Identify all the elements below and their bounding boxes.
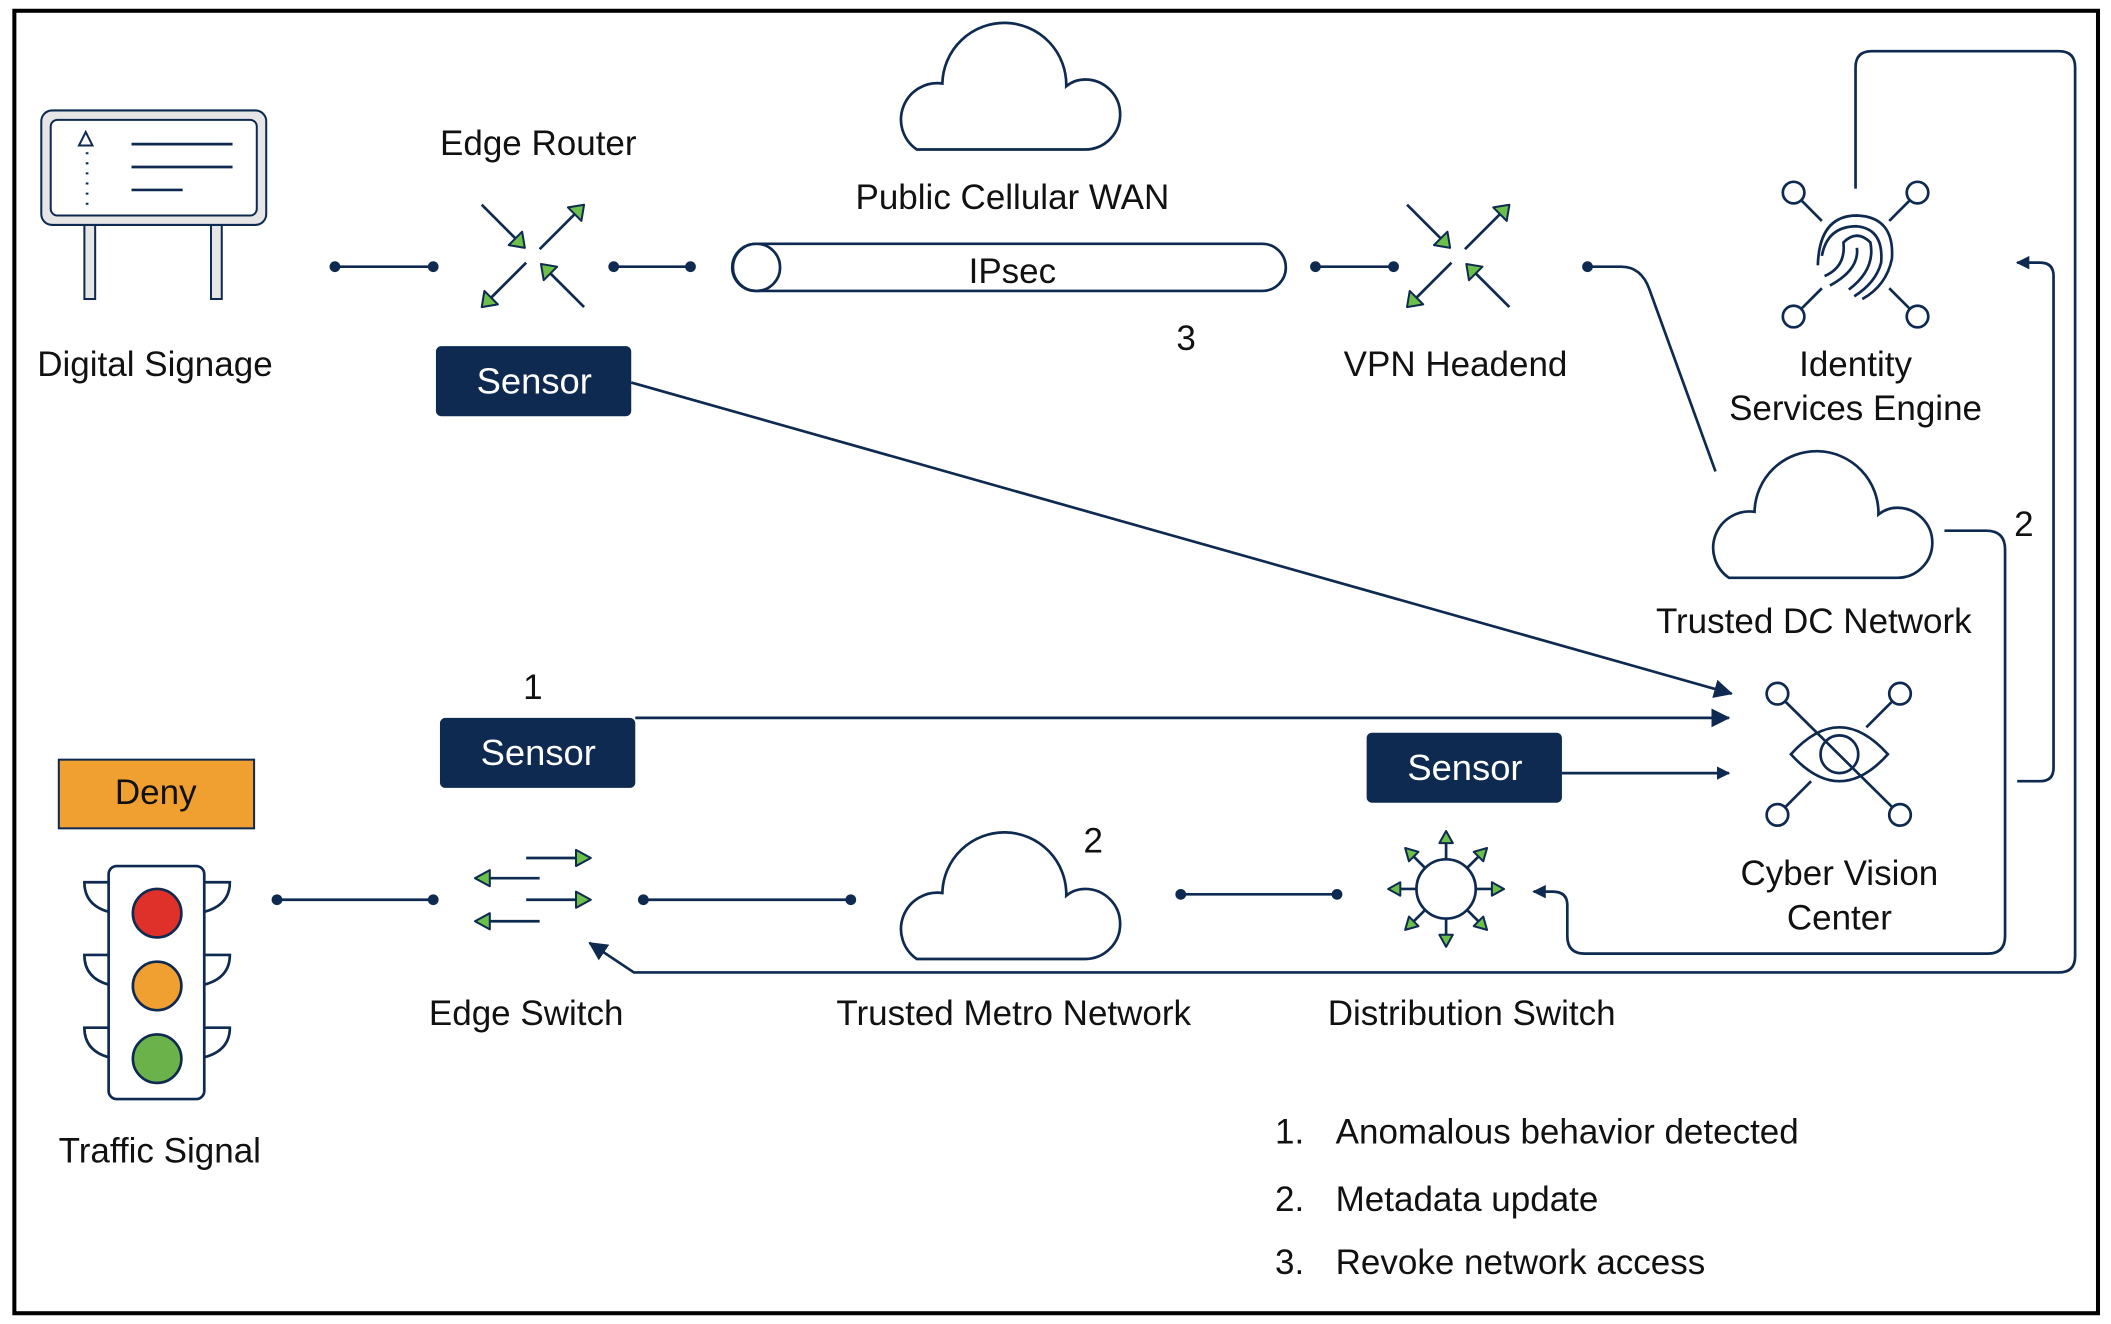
legend-text: Revoke network access <box>1336 1243 1706 1282</box>
svg-text:Deny: Deny <box>115 773 197 812</box>
label-edge-switch: Edge Switch <box>429 994 624 1033</box>
traffic-light-icon <box>83 864 232 1101</box>
deny-badge: Deny <box>57 758 256 830</box>
label-ise-line1: Identity <box>1799 345 1912 384</box>
legend-text: Metadata update <box>1336 1180 1599 1219</box>
sensor-router-to-cvc-arrow <box>630 381 1733 698</box>
router-icon <box>480 203 586 309</box>
legend: 1. Anomalous behavior detected 2. Metada… <box>1275 1113 1799 1283</box>
svg-text:Sensor: Sensor <box>477 360 592 401</box>
label-cvc-line2: Center <box>1787 898 1892 937</box>
legend-num: 3. <box>1275 1243 1304 1282</box>
step-marker-2-dc: 2 <box>2014 505 2033 544</box>
svg-text:Sensor: Sensor <box>1407 747 1522 788</box>
link-switch-metro <box>637 894 857 906</box>
ipsec-tunnel: IPsec <box>730 242 1288 293</box>
step-marker-3: 3 <box>1176 319 1195 358</box>
link-metro-distribution <box>1175 888 1343 900</box>
network-diagram: Digital Signage Edge Router Sensor Publi… <box>12 8 2101 1316</box>
label-traffic-signal: Traffic Signal <box>59 1131 261 1170</box>
step-marker-2-metro: 2 <box>1083 822 1102 861</box>
sensor-edge-router: Sensor <box>435 346 632 417</box>
distribution-switch-icon <box>1386 830 1506 949</box>
fingerprint-icon <box>1781 180 1930 329</box>
legend-num: 2. <box>1275 1180 1304 1219</box>
step-marker-1: 1 <box>523 668 542 707</box>
svg-text:IPsec: IPsec <box>969 252 1057 291</box>
label-cvc-line1: Cyber Vision <box>1741 854 1939 893</box>
vpn-icon <box>1405 203 1511 309</box>
legend-text: Anomalous behavior detected <box>1336 1113 1799 1152</box>
label-vpn-headend: VPN Headend <box>1344 345 1568 384</box>
label-ise-line2: Services Engine <box>1729 389 1982 428</box>
label-trusted-metro-network: Trusted Metro Network <box>836 994 1191 1033</box>
svg-text:Sensor: Sensor <box>481 732 596 773</box>
cloud-icon <box>899 21 1122 151</box>
label-trusted-dc-network: Trusted DC Network <box>1656 602 1972 641</box>
cloud-icon <box>1711 449 1934 580</box>
digital-signage-icon <box>40 109 268 301</box>
sensor-distribution-switch: Sensor <box>1366 732 1562 803</box>
label-digital-signage: Digital Signage <box>37 345 272 384</box>
link-router-tunnel <box>608 261 696 273</box>
label-edge-router: Edge Router <box>440 124 637 163</box>
sensor-edge-switch: Sensor <box>439 717 636 788</box>
switch-icon <box>473 848 592 931</box>
eye-icon <box>1765 681 1913 827</box>
legend-num: 1. <box>1275 1113 1304 1152</box>
label-public-cellular-wan: Public Cellular WAN <box>856 178 1170 217</box>
link-signal-switch <box>271 894 439 906</box>
link-signage-router <box>329 261 439 273</box>
link-tunnel-vpn <box>1310 261 1399 273</box>
label-distribution-switch: Distribution Switch <box>1328 994 1616 1033</box>
link-vpn-dc <box>1582 261 1717 472</box>
